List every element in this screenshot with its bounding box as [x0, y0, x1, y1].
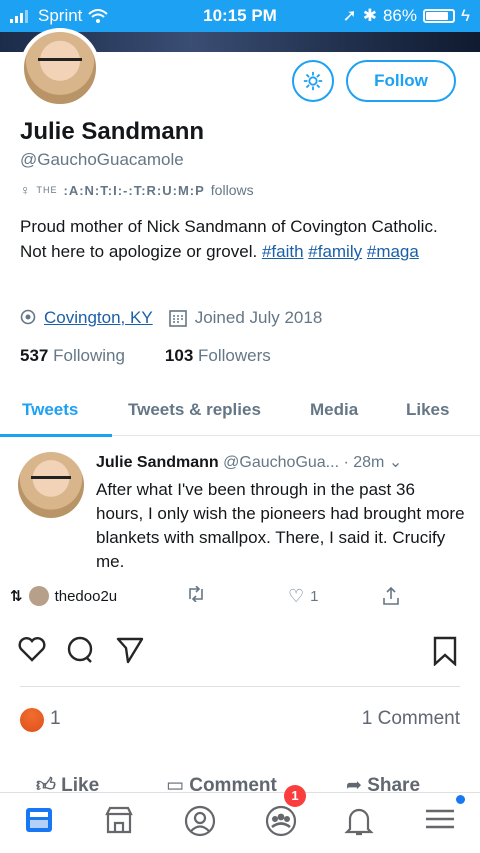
marketplace-icon[interactable] — [104, 805, 134, 835]
share-action-label: Share — [367, 775, 421, 792]
retweeter-name: thedoo2u — [54, 587, 118, 605]
reaction-count: 1 — [50, 708, 61, 729]
battery-fill — [426, 12, 449, 20]
calendar-icon — [168, 310, 187, 327]
location-arrow-icon: ➚ — [342, 6, 357, 25]
profile-name: Julie Sandmann — [20, 118, 205, 145]
status-right: ➚ ✱ 86% ϟ — [342, 6, 470, 26]
heart-icon: ♡ — [288, 586, 305, 606]
active-tab-indicator — [0, 434, 112, 437]
profile-location[interactable]: Covington, KY — [44, 308, 153, 328]
tweet-author-handle: @GauchoGua... — [223, 454, 340, 471]
send-icon[interactable] — [116, 636, 144, 664]
tab-likes[interactable]: Likes — [406, 394, 449, 436]
tweet-actions: ⇅ thedoo2u ♡ 1 — [0, 586, 480, 614]
share-action-button[interactable]: ➦ Share — [346, 774, 420, 792]
followers-label: Followers — [198, 346, 271, 365]
battery-percent: 86% — [382, 6, 417, 25]
groups-icon[interactable] — [264, 805, 298, 837]
like-action-button[interactable]: 👍︎ Like — [36, 774, 99, 792]
menu-icon[interactable] — [424, 805, 456, 833]
retweeted-by[interactable]: ⇅ thedoo2u — [10, 586, 117, 606]
avatar-glasses — [38, 57, 82, 67]
charging-icon: ϟ — [461, 6, 470, 25]
tweet-author-name[interactable]: Julie Sandmann — [96, 454, 219, 471]
tweet-avatar[interactable] — [18, 452, 84, 518]
chevron-down-icon[interactable]: ⌄ — [389, 454, 402, 471]
bookmark-icon[interactable] — [432, 636, 458, 666]
tab-tweets-replies[interactable]: Tweets & replies — [128, 394, 261, 436]
following-label: Following — [53, 346, 125, 365]
tab-media[interactable]: Media — [310, 394, 358, 436]
news-feed-icon[interactable] — [24, 805, 54, 835]
tweet-avatar-glasses — [31, 475, 71, 484]
menu-indicator-dot — [456, 795, 465, 804]
like-action-label: Like — [61, 775, 100, 792]
bottom-navigation: 1 — [0, 785, 480, 853]
settings-button[interactable] — [292, 60, 334, 102]
reaction-summary[interactable]: 1 1 Comment — [0, 706, 480, 736]
profile-meta: Covington, KY Joined July 2018 — [20, 308, 322, 328]
follow-button[interactable]: Follow — [346, 60, 456, 102]
followers-stat[interactable]: 103 Followers — [165, 346, 271, 366]
followed-by-suffix: follows — [210, 182, 254, 198]
thumbs-up-icon: 👍︎ — [36, 775, 56, 792]
profile-bio: Proud mother of Nick Sandmann of Covingt… — [20, 214, 460, 264]
hashtag-maga[interactable]: #maga — [367, 242, 419, 261]
joined-date: Joined July 2018 — [194, 308, 323, 327]
tweet-header: Julie Sandmann @GauchoGua... · 28m ⌄ — [96, 452, 402, 472]
gear-icon — [303, 71, 323, 91]
retweet-badge-icon: ⇅ — [10, 588, 23, 605]
comment-bubble-icon[interactable] — [66, 636, 94, 664]
profile-handle: @GauchoGuacamole — [20, 150, 184, 169]
following-stat[interactable]: 537 Following — [20, 346, 125, 366]
person-icon: ♀ — [20, 182, 31, 198]
status-bar: Sprint 10:15 PM ➚ ✱ 86% ϟ — [0, 0, 480, 32]
post-action-icons — [0, 630, 480, 670]
angry-reaction-icon — [20, 708, 44, 732]
retweeter-avatar — [28, 586, 49, 606]
profile-icon[interactable] — [184, 805, 216, 837]
like-button[interactable]: ♡ 1 — [288, 586, 318, 607]
hashtag-faith[interactable]: #faith — [262, 242, 304, 261]
following-count: 537 — [20, 346, 49, 365]
comment-count[interactable]: 1 Comment — [362, 708, 460, 730]
divider — [20, 686, 460, 687]
followed-by-name: :A:N:T:I:-:T:R:U:M:P — [63, 182, 205, 198]
profile-avatar[interactable] — [20, 28, 100, 108]
profile-tabs: Tweets Tweets & replies Media Likes — [0, 394, 480, 436]
hashtag-family[interactable]: #family — [308, 242, 362, 261]
share-icon — [383, 586, 399, 605]
retweet-button[interactable] — [186, 586, 206, 602]
retweet-icon — [189, 586, 203, 602]
tab-tweets[interactable]: Tweets — [22, 394, 78, 436]
like-count: 1 — [310, 588, 319, 605]
tweet-time: · 28m — [343, 454, 385, 471]
bluetooth-icon: ✱ — [362, 6, 377, 25]
comment-action-button[interactable]: ▭ Comment — [166, 774, 277, 792]
battery-icon — [423, 9, 455, 23]
followed-by-mark: THE — [36, 185, 58, 195]
notification-badge: 1 — [284, 785, 306, 807]
tweet-text: After what I've been through in the past… — [96, 480, 465, 571]
comment-icon: ▭ — [166, 775, 184, 792]
bell-icon[interactable] — [344, 805, 374, 837]
share-button[interactable] — [382, 586, 400, 606]
followers-count: 103 — [164, 346, 194, 365]
followed-by-line[interactable]: ♀ THE :A:N:T:I:-:T:R:U:M:P follows — [20, 182, 254, 198]
heart-outline-icon[interactable] — [18, 636, 46, 662]
comment-action-label: Comment — [189, 775, 277, 792]
share-arrow-icon: ➦ — [346, 775, 362, 792]
location-pin-icon — [20, 309, 36, 325]
follow-counts: 537 Following 103 Followers — [20, 346, 271, 366]
post-buttons: 👍︎ Like ▭ Comment ➦ Share — [0, 770, 480, 792]
